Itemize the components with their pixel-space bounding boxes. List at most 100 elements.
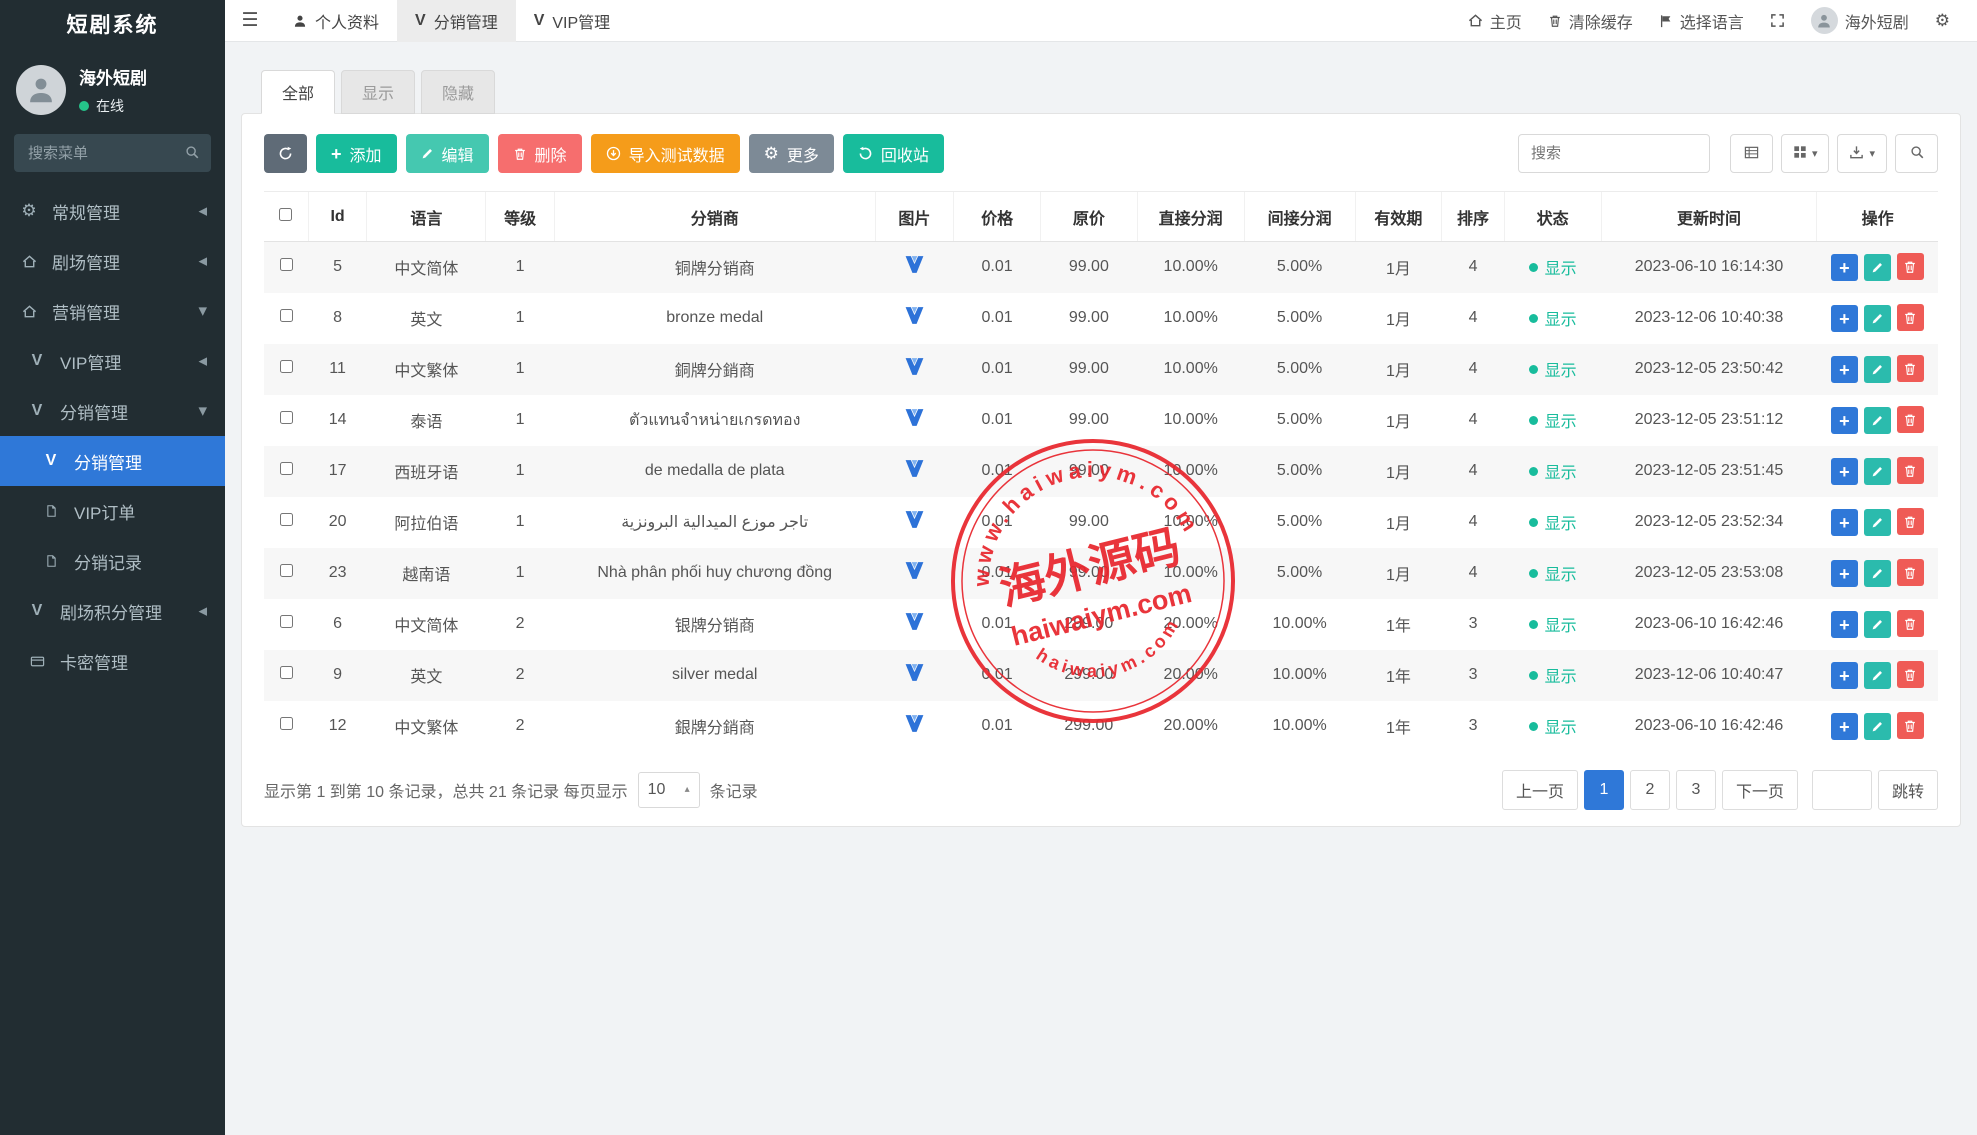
row-edit-button[interactable]: [1864, 560, 1891, 587]
column-header-8[interactable]: 间接分润: [1244, 192, 1355, 242]
row-edit-button[interactable]: [1864, 254, 1891, 281]
edit-button[interactable]: 编辑: [406, 134, 489, 173]
more-button[interactable]: ⚙更多: [749, 134, 834, 173]
select-all-checkbox[interactable]: [279, 208, 292, 221]
search-button[interactable]: [1895, 134, 1938, 173]
clear-cache-button[interactable]: 清除缓存: [1535, 0, 1646, 42]
user-menu-button[interactable]: 海外短剧: [1798, 0, 1922, 42]
sidebar-item-1[interactable]: 剧场管理◂: [0, 236, 225, 286]
row-image-cell[interactable]: [875, 446, 954, 497]
row-add-button[interactable]: +: [1831, 254, 1858, 281]
row-delete-button[interactable]: [1897, 355, 1924, 382]
row-delete-button[interactable]: [1897, 508, 1924, 535]
sidebar-search-input[interactable]: [14, 134, 211, 172]
delete-button[interactable]: 删除: [498, 134, 582, 173]
refresh-button[interactable]: [264, 134, 307, 173]
row-edit-button[interactable]: [1864, 407, 1891, 434]
page-jump-input[interactable]: [1812, 770, 1872, 810]
column-header-12[interactable]: 更新时间: [1601, 192, 1817, 242]
row-image-cell[interactable]: [875, 701, 954, 752]
row-edit-button[interactable]: [1864, 458, 1891, 485]
row-add-button[interactable]: +: [1831, 713, 1858, 740]
search-icon[interactable]: [185, 145, 199, 159]
sidebar-item-8[interactable]: V剧场积分管理◂: [0, 586, 225, 636]
row-checkbox[interactable]: [280, 666, 293, 679]
filter-tab-2[interactable]: 隐藏: [421, 70, 495, 114]
prev-page-button[interactable]: 上一页: [1502, 770, 1578, 810]
sidebar-item-6[interactable]: VIP订单: [0, 486, 225, 536]
page-size-select[interactable]: 10 ▴: [638, 772, 700, 808]
language-button[interactable]: 选择语言: [1646, 0, 1757, 42]
row-delete-button[interactable]: [1897, 253, 1924, 280]
row-edit-button[interactable]: [1864, 713, 1891, 740]
row-checkbox[interactable]: [280, 462, 293, 475]
column-header-2[interactable]: 等级: [486, 192, 555, 242]
column-header-13[interactable]: 操作: [1817, 192, 1938, 242]
sidebar-item-4[interactable]: V分销管理▾: [0, 386, 225, 436]
row-checkbox[interactable]: [280, 309, 293, 322]
table-search-input[interactable]: [1518, 134, 1710, 173]
row-image-cell[interactable]: [875, 242, 954, 293]
sidebar-item-9[interactable]: 卡密管理: [0, 636, 225, 686]
column-header-6[interactable]: 原价: [1040, 192, 1137, 242]
navbar-tab-2[interactable]: VVIP管理: [516, 0, 628, 42]
page-button-3[interactable]: 3: [1676, 770, 1716, 810]
row-checkbox[interactable]: [280, 258, 293, 271]
sidebar-item-3[interactable]: VVIP管理◂: [0, 336, 225, 386]
settings-button[interactable]: ⚙: [1922, 0, 1963, 42]
row-add-button[interactable]: +: [1831, 611, 1858, 638]
column-header-11[interactable]: 状态: [1504, 192, 1601, 242]
row-add-button[interactable]: +: [1831, 458, 1858, 485]
row-checkbox[interactable]: [280, 411, 293, 424]
row-edit-button[interactable]: [1864, 611, 1891, 638]
row-edit-button[interactable]: [1864, 509, 1891, 536]
row-delete-button[interactable]: [1897, 406, 1924, 433]
toggle-view-button[interactable]: [1730, 134, 1773, 173]
filter-tab-1[interactable]: 显示: [341, 70, 415, 114]
row-image-cell[interactable]: [875, 344, 954, 395]
column-header-3[interactable]: 分销商: [554, 192, 875, 242]
columns-button[interactable]: ▾: [1781, 134, 1830, 173]
row-delete-button[interactable]: [1897, 712, 1924, 739]
column-header-7[interactable]: 直接分润: [1137, 192, 1244, 242]
fullscreen-button[interactable]: [1757, 0, 1798, 42]
filter-tab-0[interactable]: 全部: [261, 70, 335, 114]
row-edit-button[interactable]: [1864, 305, 1891, 332]
row-delete-button[interactable]: [1897, 457, 1924, 484]
row-add-button[interactable]: +: [1831, 305, 1858, 332]
sidebar-item-7[interactable]: 分销记录: [0, 536, 225, 586]
row-edit-button[interactable]: [1864, 356, 1891, 383]
row-checkbox[interactable]: [280, 717, 293, 730]
row-edit-button[interactable]: [1864, 662, 1891, 689]
row-delete-button[interactable]: [1897, 304, 1924, 331]
row-add-button[interactable]: +: [1831, 509, 1858, 536]
column-header-5[interactable]: 价格: [954, 192, 1041, 242]
row-image-cell[interactable]: [875, 293, 954, 344]
row-add-button[interactable]: +: [1831, 560, 1858, 587]
column-header-9[interactable]: 有效期: [1355, 192, 1442, 242]
column-header-1[interactable]: 语言: [367, 192, 486, 242]
row-add-button[interactable]: +: [1831, 662, 1858, 689]
row-image-cell[interactable]: [875, 497, 954, 548]
column-header-4[interactable]: 图片: [875, 192, 954, 242]
column-header-10[interactable]: 排序: [1442, 192, 1505, 242]
import-button[interactable]: 导入测试数据: [591, 134, 740, 173]
row-add-button[interactable]: +: [1831, 356, 1858, 383]
row-checkbox[interactable]: [280, 513, 293, 526]
home-button[interactable]: 主页: [1455, 0, 1535, 42]
row-checkbox[interactable]: [280, 615, 293, 628]
recycle-button[interactable]: 回收站: [843, 134, 944, 173]
row-image-cell[interactable]: [875, 599, 954, 650]
jump-button[interactable]: 跳转: [1878, 770, 1938, 810]
row-delete-button[interactable]: [1897, 661, 1924, 688]
export-button[interactable]: ▾: [1837, 134, 1887, 173]
sidebar-item-2[interactable]: 营销管理▾: [0, 286, 225, 336]
row-add-button[interactable]: +: [1831, 407, 1858, 434]
page-button-1[interactable]: 1: [1584, 770, 1624, 810]
sidebar-item-0[interactable]: ⚙常规管理◂: [0, 186, 225, 236]
row-delete-button[interactable]: [1897, 559, 1924, 586]
row-image-cell[interactable]: [875, 650, 954, 701]
navbar-tab-0[interactable]: 个人资料: [275, 0, 397, 42]
row-image-cell[interactable]: [875, 548, 954, 599]
row-checkbox[interactable]: [280, 360, 293, 373]
